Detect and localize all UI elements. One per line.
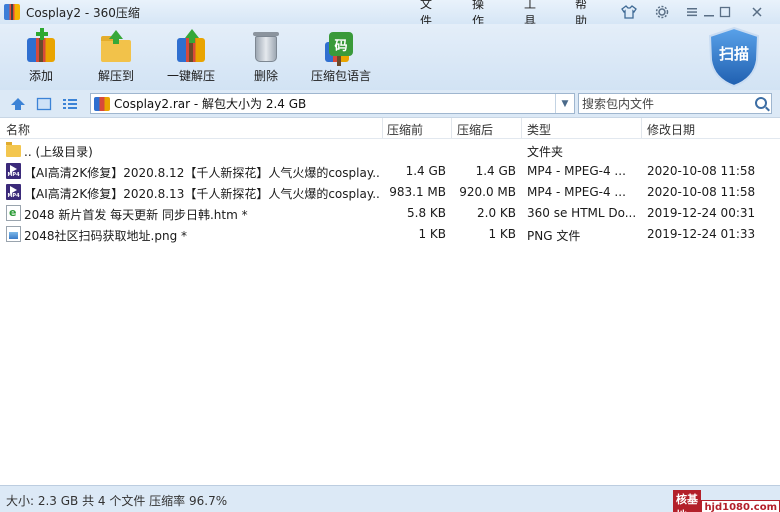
file-packed-size: 2.0 KB xyxy=(477,206,516,220)
file-date: 2020-10-08 11:58 xyxy=(647,185,756,199)
file-type: MP4 - MPEG-4 ... xyxy=(527,164,626,178)
png-file-icon xyxy=(6,226,21,242)
file-type: PNG 文件 xyxy=(527,229,581,243)
status-bar: 大小: 2.3 GB 共 4 个文件 压缩率 96.7% 核基地 hjd1080… xyxy=(0,485,780,512)
file-name: 2048社区扫码获取地址.png * xyxy=(24,229,188,243)
folder-icon xyxy=(6,142,21,157)
column-name[interactable]: 名称 xyxy=(6,121,30,138)
one-click-extract-icon xyxy=(173,29,209,64)
watermark: 核基地 hjd1080.com xyxy=(673,490,780,512)
search-icon[interactable] xyxy=(755,97,767,109)
file-packed-size: 920.0 MB xyxy=(459,185,516,199)
list-item[interactable]: 【AI高清2K修复】2020.8.12【千人新探花】人气火爆的cosplay..… xyxy=(0,161,780,182)
one-click-extract-button[interactable]: 一键解压 xyxy=(155,29,227,88)
settings-gear-icon[interactable] xyxy=(653,3,671,21)
file-name: .. (上级目录) xyxy=(24,145,93,159)
archive-icon xyxy=(94,96,110,111)
close-icon[interactable] xyxy=(748,3,766,21)
maximize-icon[interactable] xyxy=(716,3,734,21)
add-button[interactable]: 添加 xyxy=(5,28,77,88)
status-text: 大小: 2.3 GB 共 4 个文件 压缩率 96.7% xyxy=(6,494,228,508)
file-name: 【AI高清2K修复】2020.8.13【千人新探花】人气火爆的cosplay..… xyxy=(24,187,379,201)
archive-language-icon: 码 xyxy=(323,30,359,66)
file-date: 2019-12-24 01:33 xyxy=(647,227,756,241)
column-type[interactable]: 类型 xyxy=(527,121,551,138)
extract-to-button-label: 解压到 xyxy=(97,69,134,83)
scan-button-label: 扫描 xyxy=(718,45,749,63)
delete-button[interactable]: 删除 xyxy=(230,30,302,88)
html-file-icon xyxy=(6,205,21,221)
list-item[interactable]: 2048社区扫码获取地址.png * 1 KB 1 KB PNG 文件 2019… xyxy=(0,224,780,245)
file-size: 1.4 GB xyxy=(405,164,446,178)
trash-icon xyxy=(248,30,284,64)
column-modified-date[interactable]: 修改日期 xyxy=(647,121,695,138)
extract-folder-icon xyxy=(98,30,134,64)
file-packed-size: 1.4 GB xyxy=(475,164,516,178)
list-item[interactable]: 2048 新片首发 每天更新 同步日韩.htm * 5.8 KB 2.0 KB … xyxy=(0,203,780,224)
list-item[interactable]: 【AI高清2K修复】2020.8.13【千人新探花】人气火爆的cosplay..… xyxy=(0,182,780,203)
list-header: 名称 压缩前 压缩后 类型 修改日期 xyxy=(0,118,780,139)
archive-add-icon xyxy=(23,28,59,64)
window-title: Cosplay2 - 360压缩 xyxy=(26,5,140,20)
address-field[interactable]: Cosplay2.rar - 解包大小为 2.4 GB ▼ xyxy=(90,93,575,114)
title-bar: Cosplay2 - 360压缩 文件 操作 工具 帮助 xyxy=(0,0,780,28)
file-name: 2048 新片首发 每天更新 同步日韩.htm * xyxy=(24,208,248,222)
file-type: MP4 - MPEG-4 ... xyxy=(527,185,626,199)
file-size: 1 KB xyxy=(418,227,446,241)
one-click-extract-button-label: 一键解压 xyxy=(166,69,215,83)
chevron-down-icon[interactable]: ▼ xyxy=(555,94,574,113)
file-date: 2020-10-08 11:58 xyxy=(647,164,756,178)
file-size: 983.1 MB xyxy=(389,185,446,199)
file-date: 2019-12-24 00:31 xyxy=(647,206,756,220)
watermark-label: 核基地 xyxy=(673,490,702,512)
address-path: Cosplay2.rar - 解包大小为 2.4 GB xyxy=(114,97,307,111)
address-bar: Cosplay2.rar - 解包大小为 2.4 GB ▼ xyxy=(0,90,780,117)
details-view-icon[interactable] xyxy=(62,96,78,112)
column-packed-size[interactable]: 压缩后 xyxy=(457,121,493,138)
file-type: 360 se HTML Do... xyxy=(527,206,637,220)
large-icons-view-icon[interactable] xyxy=(36,96,52,112)
delete-button-label: 删除 xyxy=(253,69,278,83)
up-level-icon[interactable] xyxy=(10,96,26,112)
add-button-label: 添加 xyxy=(28,69,53,83)
search-box xyxy=(578,93,772,114)
file-list: 名称 压缩前 压缩后 类型 修改日期 .. (上级目录) 文件夹 【AI高清2K… xyxy=(0,117,780,485)
mp4-file-icon xyxy=(6,184,21,200)
file-name: 【AI高清2K修复】2020.8.12【千人新探花】人气火爆的cosplay..… xyxy=(24,166,379,180)
file-type: 文件夹 xyxy=(527,145,564,159)
scan-button[interactable]: 扫描 xyxy=(707,26,761,88)
search-input[interactable] xyxy=(579,96,749,111)
file-size: 5.8 KB xyxy=(407,206,446,220)
column-original-size[interactable]: 压缩前 xyxy=(387,121,423,138)
menu-lines-icon[interactable] xyxy=(683,3,701,21)
archive-language-button[interactable]: 码 压缩包语言 xyxy=(305,30,377,88)
list-item-parent[interactable]: .. (上级目录) 文件夹 xyxy=(0,140,780,161)
skin-shirt-icon[interactable] xyxy=(620,3,638,21)
file-packed-size: 1 KB xyxy=(488,227,516,241)
app-archive-icon xyxy=(4,4,20,20)
archive-language-button-label: 压缩包语言 xyxy=(310,69,371,83)
extract-to-button[interactable]: 解压到 xyxy=(80,30,152,88)
mp4-file-icon xyxy=(6,163,21,179)
toolbar: 添加 解压到 一键解压 删除 码 压缩包语言 扫描 xyxy=(0,24,780,90)
watermark-url: hjd1080.com xyxy=(701,499,780,512)
